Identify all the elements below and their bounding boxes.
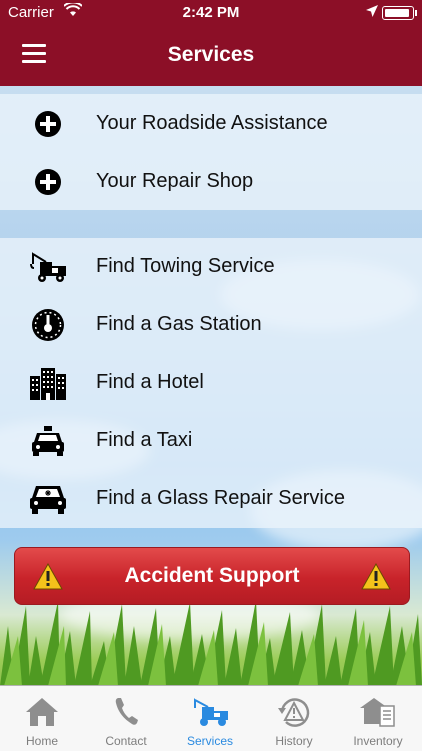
status-bar: Carrier 2:42 PM xyxy=(0,0,422,24)
list-item-repair-shop[interactable]: Your Repair Shop xyxy=(0,153,422,211)
list-item-find-gas-station[interactable]: Find a Gas Station xyxy=(0,296,422,354)
my-services-list: Your Roadside Assistance Your Repair Sho… xyxy=(0,94,422,210)
history-warning-icon xyxy=(274,694,314,728)
list-item-find-towing[interactable]: Find Towing Service xyxy=(0,238,422,296)
tab-contact[interactable]: Contact xyxy=(84,686,168,751)
tab-home[interactable]: Home xyxy=(0,686,84,751)
hotel-icon xyxy=(28,366,68,400)
taxi-icon xyxy=(28,424,68,458)
plus-circle-icon xyxy=(28,107,68,141)
inventory-icon xyxy=(358,694,398,728)
plus-circle-icon xyxy=(28,165,68,199)
page-title: Services xyxy=(167,43,255,66)
list-item-label: Find a Hotel xyxy=(96,371,204,393)
navigation-bar: Services xyxy=(0,24,422,86)
glass-repair-car-icon xyxy=(28,482,68,516)
phone-icon xyxy=(106,694,146,728)
status-time: 2:42 PM xyxy=(182,4,240,21)
tab-label: Home xyxy=(25,734,58,748)
tab-bar: Home Contact Services History Inventory xyxy=(0,685,422,751)
home-icon xyxy=(22,694,62,728)
tab-services[interactable]: Services xyxy=(168,686,252,751)
tab-label: Inventory xyxy=(353,734,403,748)
list-item-label: Your Roadside Assistance xyxy=(96,112,328,134)
list-item-label: Find Towing Service xyxy=(96,255,275,277)
grass-image xyxy=(0,600,422,686)
list-item-find-taxi[interactable]: Find a Taxi xyxy=(0,412,422,470)
list-item-find-glass-repair[interactable]: Find a Glass Repair Service xyxy=(0,470,422,528)
tab-inventory[interactable]: Inventory xyxy=(336,686,420,751)
location-arrow-icon xyxy=(366,4,378,21)
list-item-label: Find a Glass Repair Service xyxy=(96,487,345,509)
list-item-label: Find a Taxi xyxy=(96,429,193,451)
tow-truck-icon xyxy=(190,694,230,728)
list-item-roadside-assistance[interactable]: Your Roadside Assistance xyxy=(0,95,422,153)
tab-label: History xyxy=(275,734,313,748)
battery-icon xyxy=(382,6,417,20)
tab-label: Services xyxy=(186,734,233,748)
list-item-find-hotel[interactable]: Find a Hotel xyxy=(0,354,422,412)
find-services-list: Find Towing Service Find a Gas Station F… xyxy=(0,238,422,528)
tab-history[interactable]: History xyxy=(252,686,336,751)
accident-support-button[interactable]: Accident Support xyxy=(14,547,410,605)
list-item-label: Find a Gas Station xyxy=(96,313,262,335)
fuel-gauge-icon xyxy=(28,308,68,342)
tab-label: Contact xyxy=(105,734,147,748)
list-item-label: Your Repair Shop xyxy=(96,170,254,192)
warning-icon xyxy=(361,562,391,595)
tow-truck-icon xyxy=(28,250,68,284)
accident-support-label: Accident Support xyxy=(124,564,300,587)
